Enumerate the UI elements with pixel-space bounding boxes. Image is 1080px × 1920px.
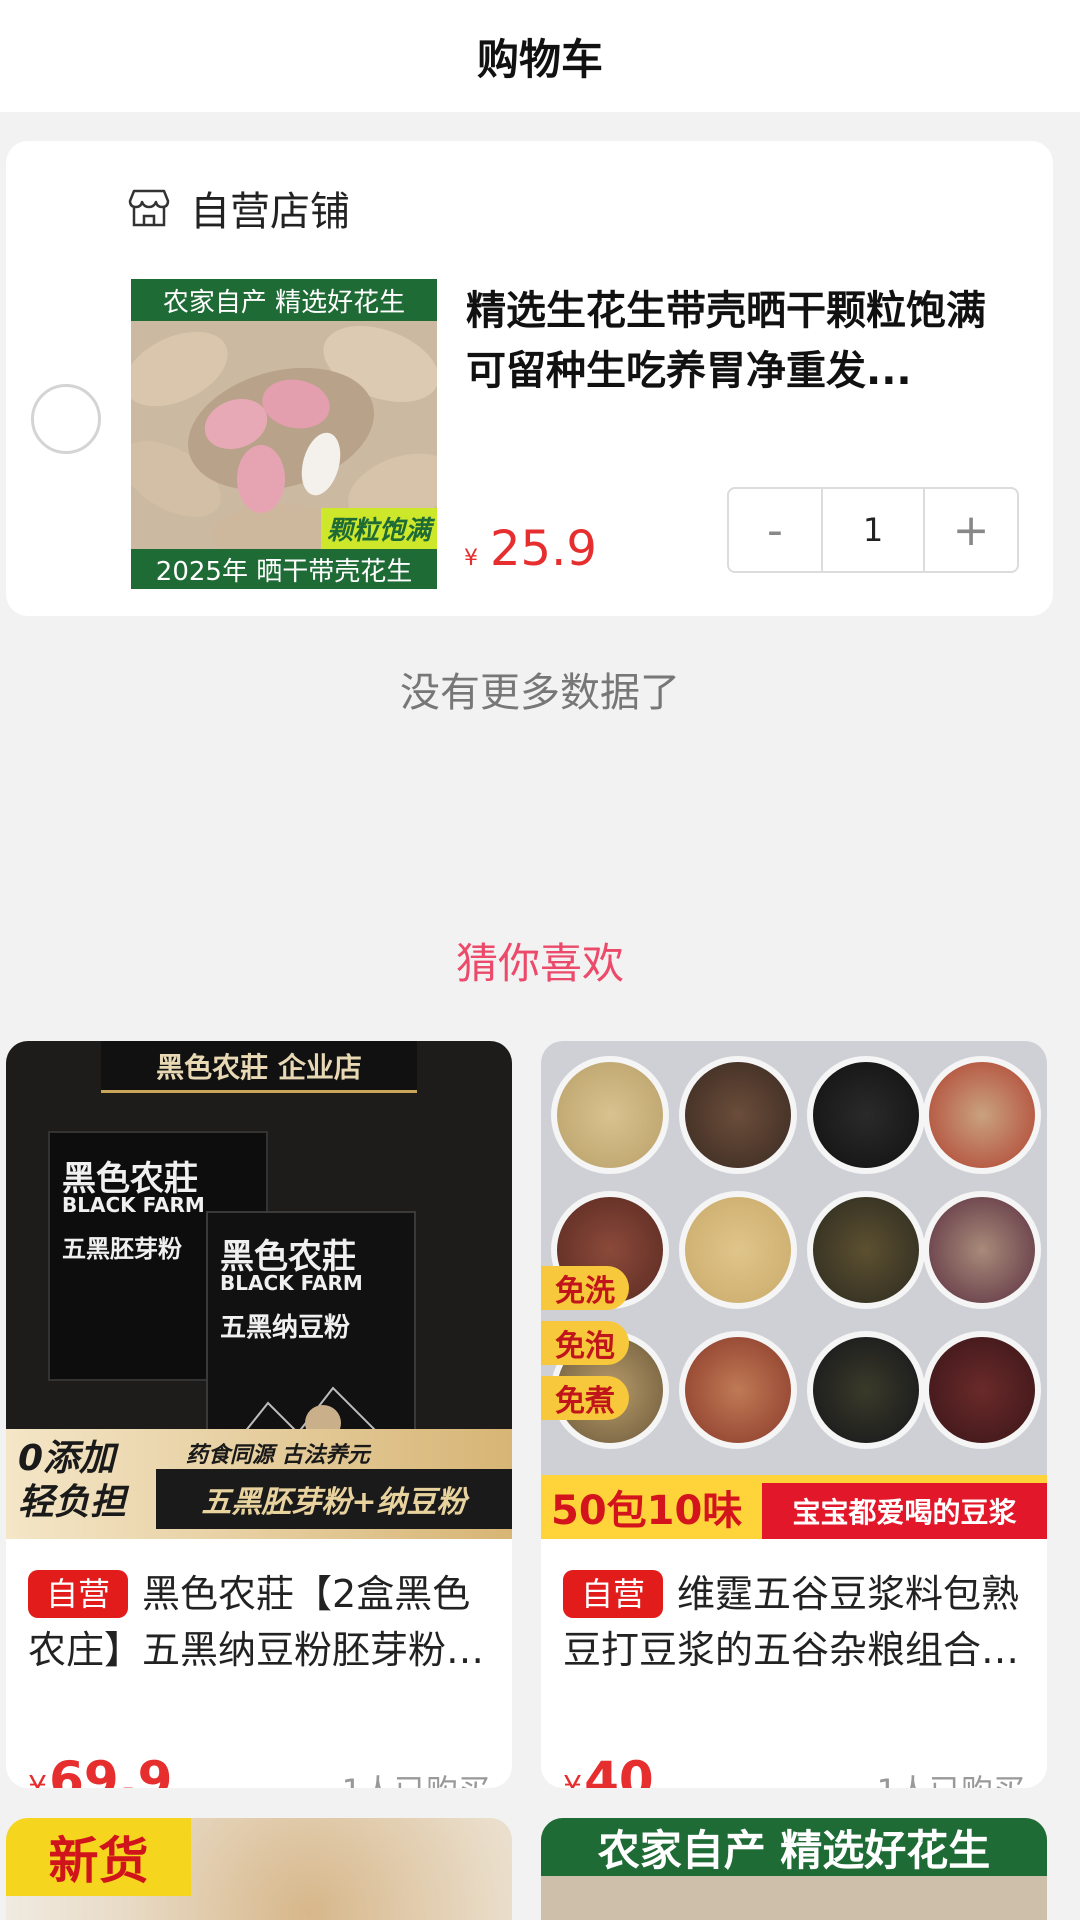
image-product-band: 五黑胚芽粉+纳豆粉 [156,1469,512,1529]
bean-bowl [923,1331,1041,1449]
recommend-card[interactable]: 免洗 免泡 免煮 50包10味 宝宝都爱喝的豆浆 自营 维霆五谷豆浆料包熟豆打豆浆… [541,1041,1047,1788]
bean-bowl [807,1191,925,1309]
cart-shop-card: 自营店铺 农家自产 精选好花生 颗粒饱满 2025年 晒干带壳花生 精选生花生带… [6,141,1053,616]
bean-bowl [923,1056,1041,1174]
currency-symbol: ¥ [28,1770,48,1788]
price-value: 40 [584,1751,654,1788]
new-goods-tag: 新货 [6,1818,191,1896]
bought-count: 1人已购买 [342,1766,490,1788]
bean-bowl [923,1191,1041,1309]
image-banner-bottom: 2025年 晒干带壳花生 [131,549,437,589]
increase-button[interactable]: + [925,489,1017,571]
recommend-card-partial[interactable]: 农家自产 精选好花生 [541,1818,1047,1920]
recommend-card-partial[interactable]: 新货 [6,1818,512,1920]
image-bottom-band: 50包10味 宝宝都爱喝的豆浆 [541,1475,1047,1539]
self-operated-badge: 自营 [563,1570,664,1618]
image-tag: 免洗 [541,1266,629,1310]
image-tag: 免煮 [541,1376,629,1420]
product-price: ¥ 25.9 [464,521,597,577]
image-box-sub: 五黑胚芽粉 [62,1235,182,1263]
product-title[interactable]: 精选生花生带壳晒干颗粒饱满可留种生吃养胃净重发... [466,281,1006,401]
image-sub-line: 药食同源 古法养元 [186,1443,370,1468]
bean-bowl [807,1056,925,1174]
bean-bowl [679,1331,797,1449]
image-tag: 免泡 [541,1321,629,1365]
self-operated-badge: 自营 [28,1570,129,1618]
page-title: 购物车 [476,34,603,84]
quantity-input[interactable]: 1 [821,489,925,571]
image-light-line: 轻负担 [18,1482,127,1523]
recommend-title: 自营维霆五谷豆浆料包熟豆打豆浆的五谷杂粮组合营养早餐 [563,1566,1028,1678]
bean-bowl [551,1056,669,1174]
image-brand-banner: 黑色农莊 企业店 [101,1041,417,1093]
item-select-radio[interactable] [31,384,101,454]
price-value: 25.9 [490,521,597,577]
top-bar: 购物车 [0,0,1080,112]
recommend-price: ¥ 40 [563,1751,654,1788]
price-value: 69.9 [49,1751,173,1788]
recommend-card[interactable]: 黑色农莊 企业店 黑色农莊 BLACK FARM 五黑胚芽粉 黑色农莊 BLAC… [6,1041,512,1788]
recommend-product-image: 免洗 免泡 免煮 50包10味 宝宝都爱喝的豆浆 [541,1041,1047,1539]
recommend-product-image: 黑色农莊 企业店 黑色农莊 BLACK FARM 五黑胚芽粉 黑色农莊 BLAC… [6,1041,512,1539]
product-thumbnail[interactable]: 农家自产 精选好花生 颗粒饱满 2025年 晒干带壳花生 [131,279,437,589]
store-icon [128,189,170,227]
recommend-price: ¥ 69.9 [28,1751,172,1788]
image-zero-line: 0添加 [18,1438,116,1479]
currency-symbol: ¥ [464,546,478,571]
quantity-stepper: - 1 + [727,487,1019,573]
bean-bowl [679,1191,797,1309]
bean-bowl [679,1056,797,1174]
image-tag: 颗粒饱满 [320,508,437,549]
image-band-left: 50包10味 [551,1488,743,1534]
image-box-sub: 五黑纳豆粉 [220,1313,351,1343]
bean-bowl [807,1331,925,1449]
shop-name: 自营店铺 [190,189,350,235]
decrease-button[interactable]: - [729,489,821,571]
image-zero-add: 0添加 轻负担 [18,1437,126,1525]
image-banner-top: 农家自产 精选好花生 [541,1818,1047,1876]
image-box-en: BLACK FARM [220,1271,363,1295]
bought-count: 1人已购买 [877,1766,1025,1788]
no-more-data-text: 没有更多数据了 [400,670,680,716]
shop-header[interactable]: 自营店铺 [126,183,350,235]
image-banner-top: 农家自产 精选好花生 [131,279,437,321]
recommend-title: 自营黑色农莊【2盒黑色农庄】五黑纳豆粉胚芽粉五谷杂粮 [28,1566,493,1678]
image-box-en: BLACK FARM [62,1193,205,1217]
recommend-heading: 猜你喜欢 [455,939,624,988]
currency-symbol: ¥ [563,1770,583,1788]
image-band-right: 宝宝都爱喝的豆浆 [762,1483,1047,1539]
